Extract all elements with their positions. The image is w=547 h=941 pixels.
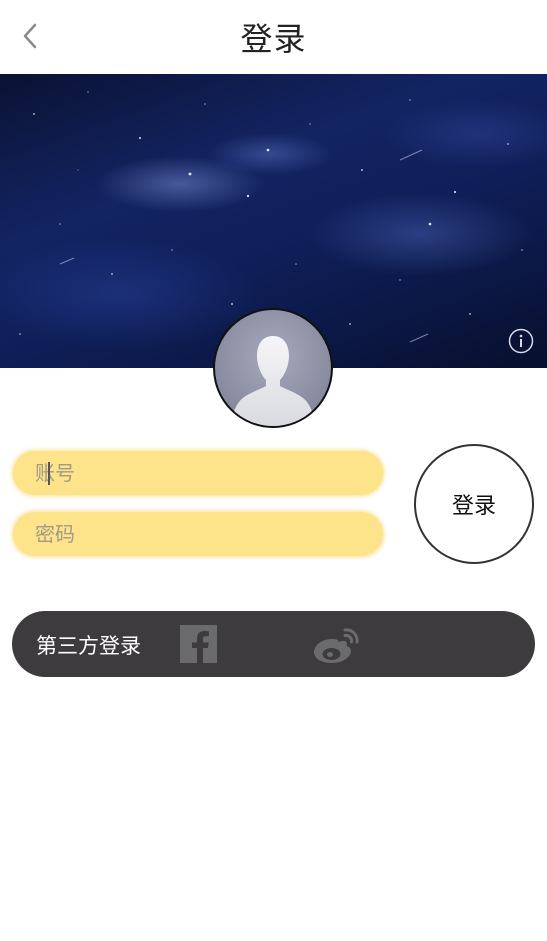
text-caret bbox=[48, 462, 50, 485]
info-circle-icon bbox=[508, 328, 534, 354]
password-input[interactable] bbox=[13, 512, 383, 556]
password-field-wrapper bbox=[13, 512, 383, 556]
nav-header: 登录 bbox=[0, 0, 547, 74]
facebook-icon bbox=[192, 631, 209, 663]
third-party-login-bar: 第三方登录 bbox=[12, 611, 535, 677]
login-button-label: 登录 bbox=[451, 494, 496, 519]
avatar[interactable] bbox=[213, 308, 333, 428]
login-button[interactable]: 登录 bbox=[414, 444, 534, 564]
weibo-login-button[interactable] bbox=[312, 623, 364, 665]
default-user-avatar-icon bbox=[232, 336, 314, 426]
info-button[interactable] bbox=[508, 328, 534, 354]
account-field-wrapper bbox=[13, 451, 383, 495]
weibo-icon bbox=[314, 628, 359, 663]
login-screen: 登录 账号 登录 第三方登录 bbox=[0, 0, 547, 941]
third-party-label: 第三方登录 bbox=[36, 634, 141, 658]
account-input[interactable] bbox=[13, 451, 383, 495]
page-title: 登录 bbox=[240, 20, 307, 58]
facebook-login-button[interactable] bbox=[180, 625, 217, 663]
